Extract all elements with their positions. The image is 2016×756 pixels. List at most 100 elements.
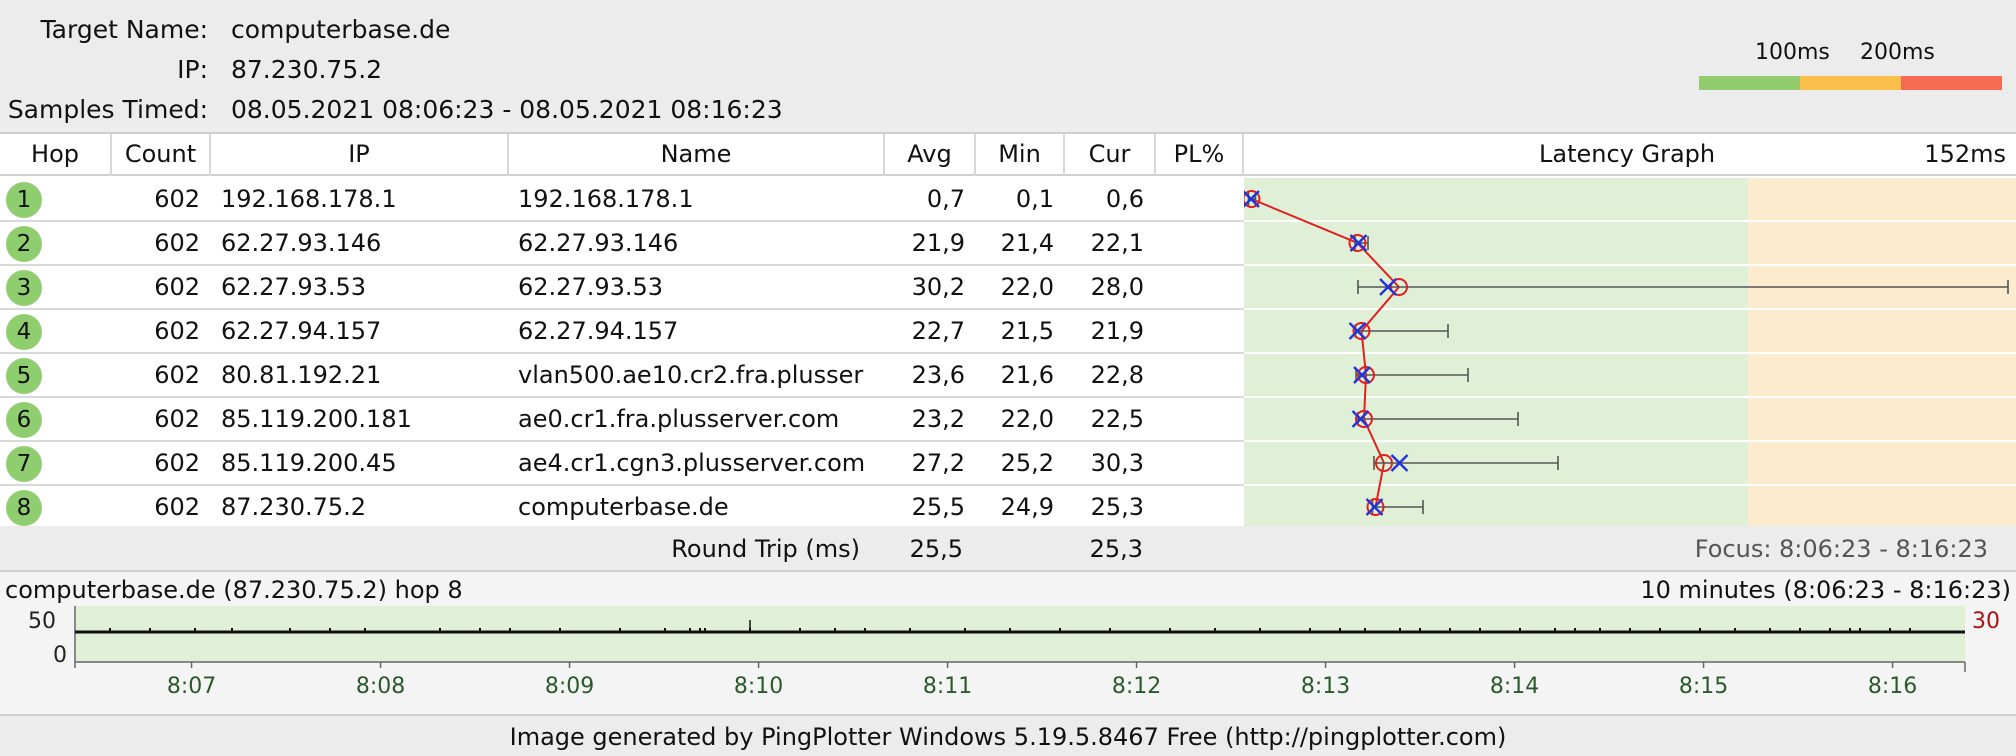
timeline-y-bottom: 0	[53, 643, 67, 668]
col-ip[interactable]: IP	[211, 134, 507, 176]
timeline-tick-label: 8:08	[356, 674, 405, 699]
timeline-y-top: 50	[28, 609, 56, 634]
timeline-panel: computerbase.de (87.230.75.2) hop 8 10 m…	[0, 572, 2016, 714]
cell-avg: 30,2	[911, 273, 965, 301]
timeline-chart[interactable]: 50 0 30 8:07 8:08 8:09 8:10 8:11 8:12 8:13 8:14 8:1…	[0, 606, 2016, 714]
cell-pl	[1156, 222, 1234, 264]
hop-number: 7	[6, 446, 42, 482]
hop-number: 2	[6, 226, 42, 262]
cell-ip: 192.168.178.1	[221, 185, 397, 213]
cell-pl	[1156, 354, 1234, 396]
cell-count: 602	[154, 449, 200, 477]
timeline-tick-label: 8:09	[545, 674, 594, 699]
cell-count: 602	[154, 273, 200, 301]
cell-ip: 85.119.200.181	[221, 405, 412, 433]
cell-avg: 23,6	[911, 361, 965, 389]
table-row[interactable]: 7 602 85.119.200.45 ae4.cr1.cgn3.plusserver…	[0, 442, 1244, 486]
latency-graph-title: Latency Graph	[1539, 140, 1716, 168]
scale-label-100: 100ms	[1755, 40, 1830, 65]
cell-cur: 22,5	[1090, 405, 1144, 433]
timeline-tick-label: 8:11	[923, 674, 972, 699]
cell-name: vlan500.ae10.cr2.fra.plusser	[518, 361, 864, 389]
cell-count: 602	[154, 185, 200, 213]
col-count[interactable]: Count	[112, 134, 209, 176]
hop-number: 6	[6, 402, 42, 438]
round-trip-avg: 25,5	[909, 535, 963, 563]
cell-count: 602	[154, 493, 200, 521]
scale-bar-bad	[1901, 76, 2002, 90]
col-name[interactable]: Name	[509, 134, 883, 176]
col-avg[interactable]: Avg	[885, 134, 974, 176]
cell-pl	[1156, 398, 1234, 440]
timeline-tick-label: 8:15	[1679, 674, 1728, 699]
cell-count: 602	[154, 361, 200, 389]
round-trip-label: Round Trip (ms)	[671, 535, 860, 563]
target-name-label: Target Name:	[40, 15, 208, 44]
hop-number: 5	[6, 358, 42, 394]
cell-avg: 0,7	[926, 185, 965, 213]
cell-count: 602	[154, 229, 200, 257]
col-pl[interactable]: PL%	[1156, 134, 1242, 176]
cell-count: 602	[154, 405, 200, 433]
cell-cur: 0,6	[1105, 185, 1144, 213]
cell-min: 21,4	[1000, 229, 1054, 257]
scale-bar-warn	[1800, 76, 1901, 90]
cell-ip: 62.27.93.53	[221, 273, 367, 301]
timeline-plot-bg	[75, 606, 1965, 662]
hop-number: 8	[6, 490, 42, 526]
target-name-value: computerbase.de	[231, 15, 451, 44]
cell-min: 21,5	[1000, 317, 1054, 345]
timeline-tick-label: 8:13	[1301, 674, 1350, 699]
hop-number: 3	[6, 270, 42, 306]
cell-ip: 62.27.93.146	[221, 229, 382, 257]
col-latency-graph[interactable]: Latency Graph 152ms	[1244, 134, 2016, 176]
cell-cur: 21,9	[1090, 317, 1144, 345]
cell-avg: 22,7	[911, 317, 965, 345]
cell-ip: 87.230.75.2	[221, 493, 367, 521]
table-row[interactable]: 6 602 85.119.200.181 ae0.cr1.fra.plusserver…	[0, 398, 1244, 442]
cell-min: 22,0	[1000, 273, 1054, 301]
cell-ip: 62.27.94.157	[221, 317, 382, 345]
timeline-title: computerbase.de (87.230.75.2) hop 8	[5, 576, 463, 604]
cell-avg: 27,2	[911, 449, 965, 477]
timeline-tick-label: 8:10	[734, 674, 783, 699]
table-row[interactable]: 1 602 192.168.178.1 192.168.178.1 0,7 0,1 0,6	[0, 178, 1244, 222]
col-hop[interactable]: Hop	[0, 134, 110, 176]
hop-number: 1	[6, 182, 42, 218]
cell-ip: 85.119.200.45	[221, 449, 397, 477]
col-min[interactable]: Min	[976, 134, 1063, 176]
cell-pl	[1156, 178, 1234, 220]
table-row[interactable]: 2 602 62.27.93.146 62.27.93.146 21,9 21,4 22,1	[0, 222, 1244, 266]
table-row[interactable]: 8 602 87.230.75.2 computerbase.de 25,5 24,9 25…	[0, 486, 1244, 530]
cell-cur: 22,1	[1090, 229, 1144, 257]
col-cur[interactable]: Cur	[1065, 134, 1154, 176]
summary-header: Target Name: computerbase.de IP: 87.230.…	[0, 0, 2016, 132]
timeline-range: 10 minutes (8:06:23 - 8:16:23)	[1640, 576, 2011, 604]
cell-min: 21,6	[1000, 361, 1054, 389]
timeline-tick-label: 8:14	[1490, 674, 1539, 699]
latency-graph	[1244, 178, 2016, 528]
cell-ip: 80.81.192.21	[221, 361, 382, 389]
table-row[interactable]: 4 602 62.27.94.157 62.27.94.157 22,7 21,5 21,9	[0, 310, 1244, 354]
hop-number: 4	[6, 314, 42, 350]
cell-count: 602	[154, 317, 200, 345]
cell-name: 192.168.178.1	[518, 185, 694, 213]
timeline-tick-label: 8:07	[167, 674, 216, 699]
cell-avg: 23,2	[911, 405, 965, 433]
cell-cur: 22,8	[1090, 361, 1144, 389]
cell-min: 24,9	[1000, 493, 1054, 521]
cell-name: 62.27.93.146	[518, 229, 679, 257]
cell-cur: 30,3	[1090, 449, 1144, 477]
ip-value: 87.230.75.2	[231, 55, 383, 84]
cell-pl	[1156, 266, 1234, 308]
cell-pl	[1156, 442, 1234, 484]
cell-avg: 25,5	[911, 493, 965, 521]
cell-cur: 25,3	[1090, 493, 1144, 521]
table-row[interactable]: 5 602 80.81.192.21 vlan500.ae10.cr2.fra.plu…	[0, 354, 1244, 398]
samples-label: Samples Timed:	[7, 95, 208, 124]
cell-min: 25,2	[1000, 449, 1054, 477]
trace-grid: Hop Count IP Name Avg Min Cur PL% Latenc…	[0, 132, 2016, 530]
table-row[interactable]: 3 602 62.27.93.53 62.27.93.53 30,2 22,0 28,0	[0, 266, 1244, 310]
focus-range[interactable]: Focus: 8:06:23 - 8:16:23	[1695, 526, 1988, 572]
cell-name: computerbase.de	[518, 493, 729, 521]
